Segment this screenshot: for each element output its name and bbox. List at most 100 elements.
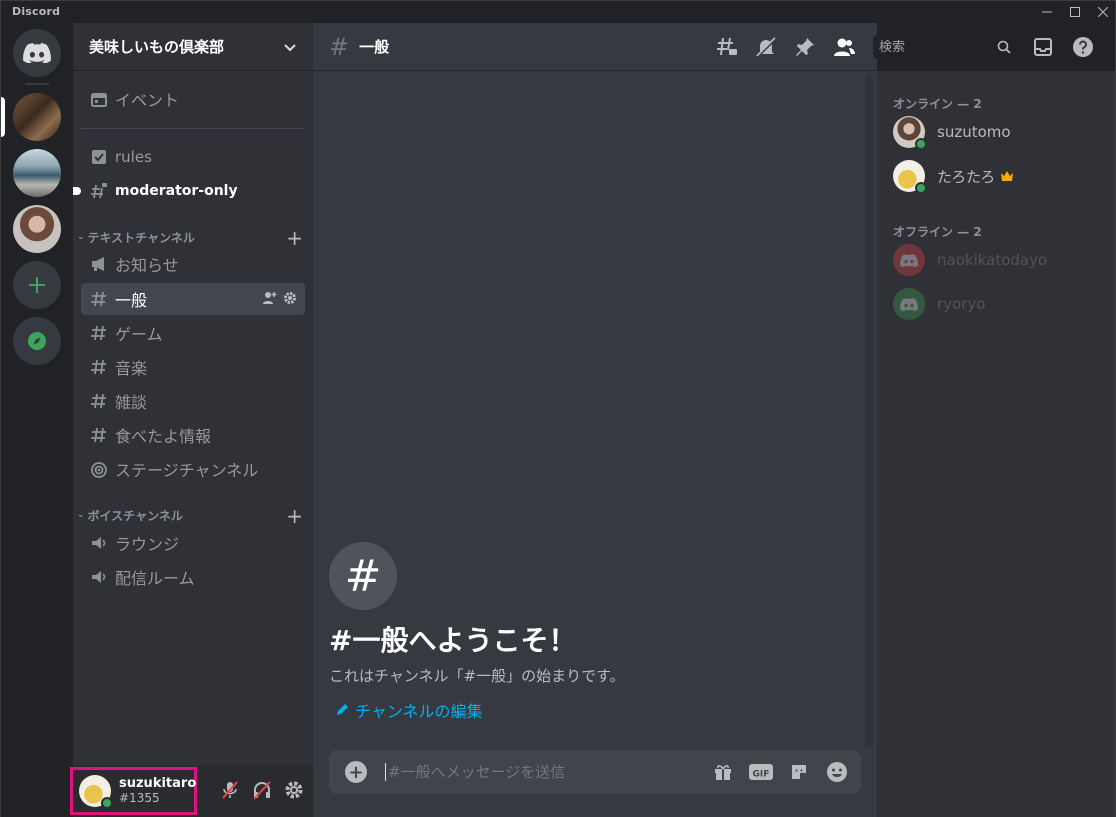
edit-channel-link[interactable]: チャンネルの編集 xyxy=(335,698,483,722)
title-bar: Discord xyxy=(1,1,1115,23)
close-icon[interactable] xyxy=(1089,1,1116,23)
channel-music[interactable]: 音楽 xyxy=(81,351,305,383)
home-button[interactable] xyxy=(13,29,61,77)
channel-stage[interactable]: ステージチャンネル xyxy=(81,453,305,485)
member-name: ryoryo xyxy=(937,295,986,313)
sidebar-divider xyxy=(81,128,305,129)
member-name: suzutomo xyxy=(937,123,1011,141)
member-name: naokikatodayo xyxy=(937,251,1048,269)
hash-icon xyxy=(89,323,109,343)
user-tag: #1355 xyxy=(119,791,160,805)
offline-header: オフライン — 2 xyxy=(893,225,982,239)
channel-label: moderator-only xyxy=(115,183,238,199)
chat-area: # 一般 # #一般へようこそ！ これはチャンネル「#一般」の始まりです。 チャ… xyxy=(313,23,877,817)
channel-label: お知らせ xyxy=(115,256,179,275)
events-item[interactable]: イベント xyxy=(81,83,305,115)
member-suzutomo[interactable]: suzutomo xyxy=(885,111,1105,153)
upload-plus-icon[interactable]: + xyxy=(345,761,367,783)
svg-text:GIF: GIF xyxy=(753,770,770,780)
user-panel: suzukitaro #1355 xyxy=(70,765,313,817)
server-header[interactable]: 美味しいもの倶楽部 xyxy=(73,23,313,71)
category-voice-channels[interactable]: ⌄ ボイスチャンネル + xyxy=(77,504,305,528)
chevron-down-icon xyxy=(284,43,296,51)
channel-moderator-only[interactable]: moderator-only xyxy=(73,175,305,207)
online-status-icon xyxy=(915,182,927,194)
member-ryoryo[interactable]: ryoryo xyxy=(885,283,1105,325)
speaker-icon xyxy=(89,567,109,587)
calendar-icon xyxy=(89,89,109,109)
pencil-icon xyxy=(337,704,348,715)
member-tarotaro[interactable]: たろたろ xyxy=(885,155,1105,197)
default-avatar-icon xyxy=(893,288,925,320)
hash-icon: # xyxy=(329,32,350,61)
chevron-down-icon: ⌄ xyxy=(77,510,85,520)
invite-icon[interactable] xyxy=(263,291,277,305)
channel-label: 一般 xyxy=(115,291,148,310)
sticker-icon[interactable] xyxy=(787,760,811,784)
online-header: オンライン — 2 xyxy=(893,97,982,111)
events-label: イベント xyxy=(115,91,180,110)
search-input[interactable] xyxy=(879,39,997,55)
notification-muted-icon[interactable] xyxy=(754,35,778,59)
message-input[interactable] xyxy=(385,763,695,781)
voice-channel-lounge[interactable]: ラウンジ xyxy=(81,527,305,559)
gif-icon[interactable]: GIF xyxy=(749,760,773,784)
username: suzukitaro xyxy=(119,776,197,791)
crown-icon xyxy=(1001,171,1014,181)
app-title: Discord xyxy=(12,5,61,18)
explore-servers-button[interactable] xyxy=(13,317,61,365)
inbox-icon[interactable] xyxy=(1031,35,1055,59)
member-naokikatodayo[interactable]: naokikatodayo xyxy=(885,239,1105,281)
channel-label: ゲーム xyxy=(115,325,163,344)
channel-chat[interactable]: 雑談 xyxy=(81,385,305,417)
search-box[interactable] xyxy=(873,35,1017,59)
channel-announcements[interactable]: お知らせ xyxy=(81,248,305,280)
scrollbar[interactable] xyxy=(865,75,873,747)
channel-general[interactable]: 一般 xyxy=(81,283,305,315)
voice-channel-streaming[interactable]: 配信ルーム xyxy=(81,561,305,593)
avatar xyxy=(893,116,927,150)
compass-icon xyxy=(28,332,46,350)
edit-channel-label: チャンネルの編集 xyxy=(355,702,483,721)
user-settings-gear-icon[interactable] xyxy=(281,777,307,803)
add-channel-icon[interactable]: + xyxy=(286,504,303,528)
speaker-icon xyxy=(89,533,109,553)
help-icon[interactable] xyxy=(1071,35,1095,59)
channel-rules[interactable]: rules xyxy=(81,141,305,173)
threads-icon[interactable] xyxy=(715,35,739,59)
hash-icon xyxy=(89,289,109,309)
pin-icon[interactable] xyxy=(793,35,817,59)
online-status-icon xyxy=(915,138,927,150)
member-list: オンライン — 2 suzutomo たろたろ オフライン — 2 naokik… xyxy=(877,71,1115,817)
avatar xyxy=(893,160,927,194)
maximize-icon[interactable] xyxy=(1061,1,1089,23)
mute-mic-icon[interactable] xyxy=(217,777,243,803)
announcement-icon xyxy=(89,254,109,274)
channel-game[interactable]: ゲーム xyxy=(81,317,305,349)
add-channel-icon[interactable]: + xyxy=(286,226,303,250)
welcome-title: #一般へようこそ！ xyxy=(329,624,577,657)
selected-server-indicator xyxy=(1,97,5,137)
channel-label: 音楽 xyxy=(115,359,148,378)
emoji-icon[interactable] xyxy=(825,760,849,784)
member-list-icon[interactable] xyxy=(832,35,856,59)
channel-food-info[interactable]: 食べたよ情報 xyxy=(81,419,305,451)
gift-icon[interactable] xyxy=(711,760,735,784)
category-text-channels[interactable]: ⌄ テキストチャンネル + xyxy=(77,226,305,250)
server-name: 美味しいもの倶楽部 xyxy=(89,38,225,56)
user-info-button[interactable]: suzukitaro #1355 xyxy=(70,767,197,815)
gear-icon[interactable] xyxy=(283,291,297,305)
discord-logo-icon xyxy=(23,43,51,63)
server-icon-portrait[interactable] xyxy=(13,205,61,253)
online-status-icon xyxy=(101,797,113,809)
channel-sidebar: 美味しいもの倶楽部 イベント rules moderator-only ⌄ テキ… xyxy=(70,23,313,817)
server-icon-train[interactable] xyxy=(13,149,61,197)
add-server-button[interactable] xyxy=(13,261,61,309)
search-icon xyxy=(997,40,1011,54)
category-label: テキストチャンネル xyxy=(87,230,195,245)
deafen-headphone-icon[interactable] xyxy=(249,777,275,803)
channel-label: 食べたよ情報 xyxy=(115,427,212,446)
minimize-icon[interactable] xyxy=(1033,1,1061,23)
channel-hash-badge-icon: # xyxy=(329,542,397,610)
server-icon-selected[interactable] xyxy=(13,93,61,141)
